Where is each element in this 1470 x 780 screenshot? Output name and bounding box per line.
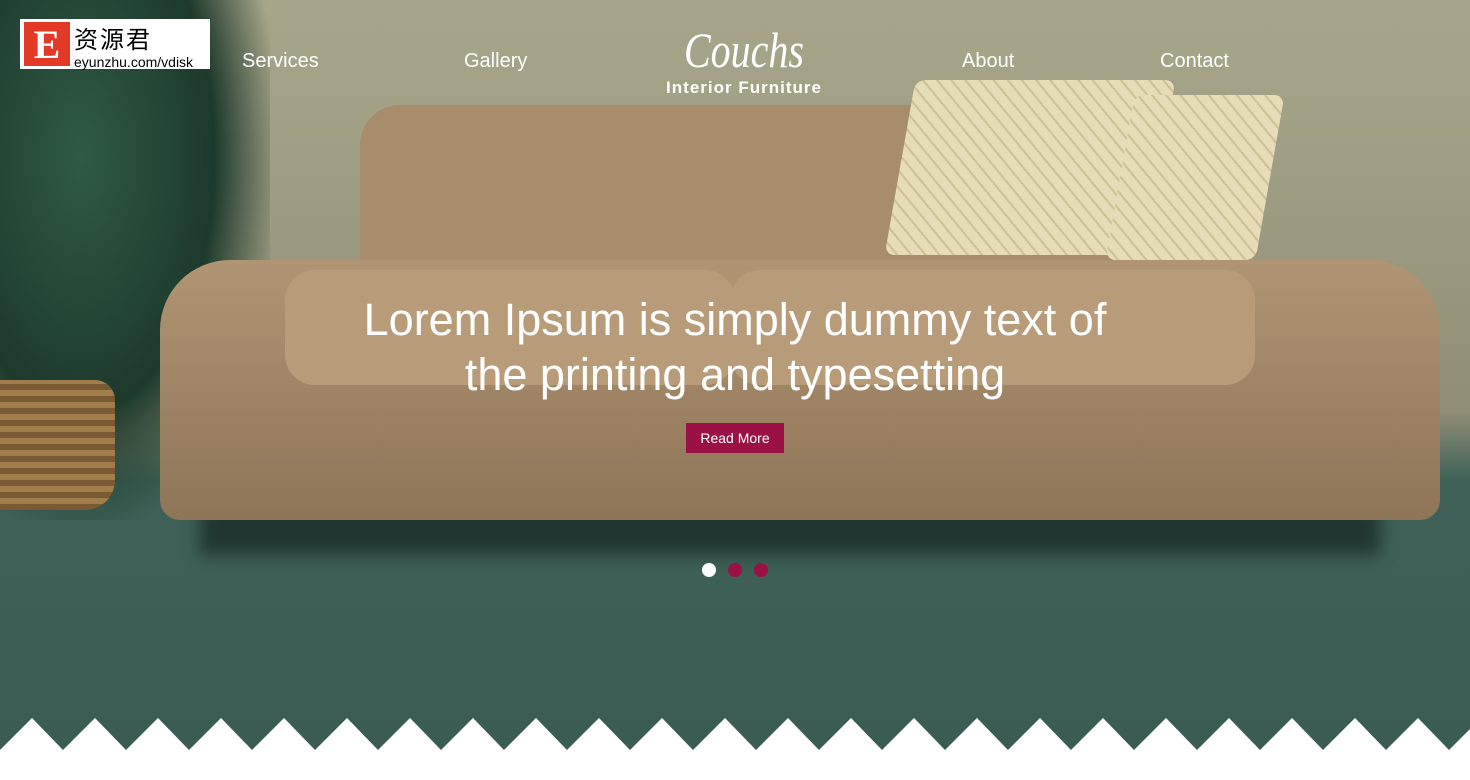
zigzag-divider	[0, 718, 1470, 750]
brand-logo[interactable]: Couchs Interior Furniture	[644, 22, 844, 98]
logo-chinese: 资源君	[74, 25, 152, 54]
slide-dot-1[interactable]	[702, 563, 716, 577]
nav-contact[interactable]: Contact	[1160, 50, 1229, 73]
brand-name: Couchs	[684, 22, 804, 78]
brand-tagline: Interior Furniture	[666, 78, 822, 97]
slide-dot-2[interactable]	[728, 563, 742, 577]
hero-headline: Lorem Ipsum is simply dummy text of the …	[363, 294, 1107, 400]
pillow-image	[1105, 95, 1285, 260]
nav-about[interactable]: About	[962, 50, 1014, 73]
watermark-logo: E 资源君 eyunzhu.com/vdisk	[20, 19, 210, 69]
nav-services[interactable]: Services	[242, 50, 319, 73]
slide-dot-3[interactable]	[754, 563, 768, 577]
read-more-button[interactable]: Read More	[686, 423, 784, 453]
nav-gallery[interactable]: Gallery	[464, 50, 527, 73]
logo-url: eyunzhu.com/vdisk	[74, 53, 194, 70]
basket-image	[0, 380, 115, 510]
logo-letter: E	[24, 22, 70, 67]
